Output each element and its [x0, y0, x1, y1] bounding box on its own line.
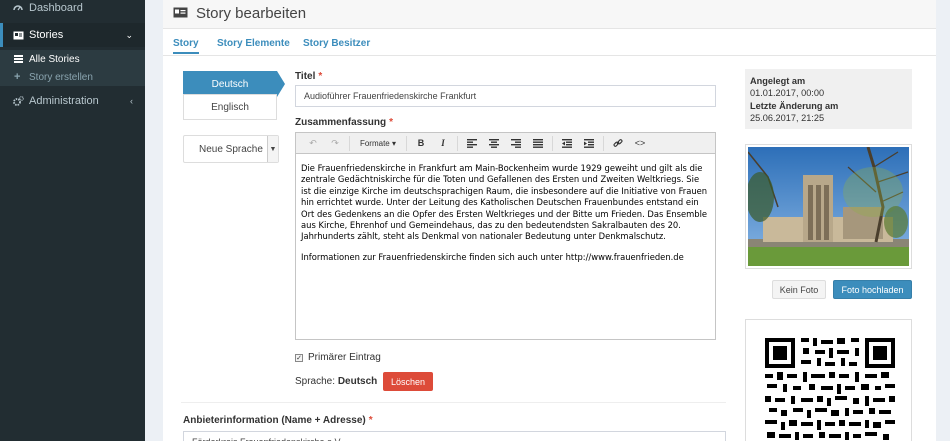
sidebar: Dashboard Stories ⌄ Alle Stories + Story…	[0, 0, 145, 441]
toolbar-divider	[552, 135, 553, 151]
provider-input[interactable]: Förderkreis Frauenfriedenskirche e.V.	[183, 431, 726, 441]
undo-icon[interactable]: ↶	[302, 135, 324, 152]
new-language-select[interactable]: Neue Sprache ▼	[183, 135, 279, 163]
sidebar-item-label: Administration	[29, 95, 99, 107]
caret-down-icon: ▼	[267, 136, 278, 162]
modified-label: Letzte Änderung am	[750, 100, 839, 111]
summary-label-text: Zusammenfassung	[295, 117, 387, 128]
sidebar-subitem-label: Alle Stories	[29, 53, 80, 65]
align-justify-icon[interactable]	[527, 135, 549, 152]
chevron-down-icon: ⌄	[125, 29, 133, 40]
created-label: Angelegt am	[750, 76, 806, 86]
summary-paragraph: Die Frauenfriedenskirche in Frankfurt am…	[301, 163, 708, 242]
language-tab-englisch[interactable]: Englisch	[183, 94, 277, 120]
provider-label: Anbieterinformation (Name + Adresse) *	[183, 415, 373, 426]
indent-icon[interactable]	[578, 135, 600, 152]
redo-icon[interactable]: ↷	[324, 135, 346, 152]
sidebar-item-label: Dashboard	[29, 2, 83, 14]
story-edit-box: Story bearbeiten Story Story Elemente St…	[163, 0, 936, 441]
checkbox-checked-icon[interactable]: ✓	[295, 353, 303, 362]
language-info-label: Sprache:	[295, 376, 336, 387]
section-divider	[181, 402, 726, 403]
no-photo-button[interactable]: Kein Foto	[772, 280, 826, 299]
format-dropdown[interactable]: Formate ▾	[353, 135, 403, 152]
qr-code-image	[765, 338, 895, 440]
created-value: 01.01.2017, 00:00	[750, 88, 825, 99]
outdent-icon[interactable]	[556, 135, 578, 152]
editor-content[interactable]: Die Frauenfriedenskirche in Frankfurt am…	[296, 154, 715, 263]
required-marker: *	[389, 117, 394, 128]
sidebar-subitem-all-stories[interactable]: Alle Stories	[0, 50, 145, 68]
id-card-icon	[173, 7, 188, 21]
plus-icon: +	[14, 71, 21, 83]
toolbar-divider	[457, 135, 458, 151]
language-info-value: Deutsch	[337, 376, 378, 387]
tab-bar: Story Story Elemente Story Besitzer	[163, 29, 936, 56]
new-language-select-value: Neue Sprache	[199, 143, 263, 155]
tab-story[interactable]: Story	[173, 38, 199, 54]
box-header: Story bearbeiten	[163, 0, 936, 29]
bold-icon[interactable]: B	[410, 135, 432, 152]
tab-story-owners[interactable]: Story Besitzer	[303, 38, 370, 49]
title-label-text: Titel	[295, 71, 316, 82]
required-marker: *	[318, 71, 323, 82]
qr-code-panel	[745, 319, 912, 441]
cogs-icon	[12, 96, 24, 106]
align-center-icon[interactable]	[483, 135, 505, 152]
required-marker: *	[368, 415, 373, 426]
primary-entry-checkbox[interactable]: ✓ Primärer Eintrag	[295, 352, 381, 363]
editor-toolbar: ↶ ↷ Formate ▾ B I <>	[296, 133, 715, 154]
upload-photo-button[interactable]: Foto hochladen	[833, 280, 912, 299]
sidebar-item-administration[interactable]: Administration ‹	[0, 89, 145, 113]
chevron-left-icon: ‹	[130, 96, 133, 106]
title-label: Titel *	[295, 71, 322, 82]
delete-button[interactable]: Löschen	[383, 372, 433, 391]
title-input[interactable]: Audioführer Frauenfriedenskirche Frankfu…	[295, 85, 716, 107]
toolbar-divider	[603, 135, 604, 151]
italic-icon[interactable]: I	[432, 135, 454, 152]
provider-label-text: Anbieterinformation (Name + Adresse)	[183, 415, 366, 426]
story-photo	[745, 144, 912, 269]
summary-paragraph: Informationen zur Frauenfriedenskirche f…	[301, 251, 684, 262]
sidebar-item-stories[interactable]: Stories ⌄	[0, 23, 145, 47]
language-info: Sprache: Deutsch	[295, 376, 377, 387]
sidebar-item-dashboard[interactable]: Dashboard	[0, 0, 145, 20]
id-card-icon	[12, 31, 24, 40]
align-left-icon[interactable]	[461, 135, 483, 152]
format-dropdown-label: Formate	[359, 138, 390, 148]
sidebar-subitem-label: Story erstellen	[29, 71, 93, 83]
list-icon	[14, 55, 24, 63]
summary-label: Zusammenfassung *	[295, 117, 393, 128]
dashboard-icon	[12, 3, 24, 13]
meta-info-panel: Angelegt am 01.01.2017, 00:00 Letzte Änd…	[745, 69, 912, 129]
page-title: Story bearbeiten	[196, 5, 307, 22]
align-right-icon[interactable]	[505, 135, 527, 152]
code-icon[interactable]: <>	[629, 135, 651, 152]
sidebar-item-label: Stories	[29, 29, 64, 41]
tab-story-elements[interactable]: Story Elemente	[217, 38, 290, 49]
summary-editor[interactable]: ↶ ↷ Formate ▾ B I <> Die Frauenfriedensk…	[295, 132, 716, 340]
modified-value: 25.06.2017, 21:25	[750, 112, 825, 123]
toolbar-divider	[349, 135, 350, 151]
sidebar-subitem-create-story[interactable]: + Story erstellen	[0, 68, 145, 86]
link-icon[interactable]	[607, 135, 629, 152]
toolbar-divider	[406, 135, 407, 151]
church-photo-image	[746, 146, 909, 266]
primary-entry-label: Primärer Eintrag	[308, 352, 381, 363]
